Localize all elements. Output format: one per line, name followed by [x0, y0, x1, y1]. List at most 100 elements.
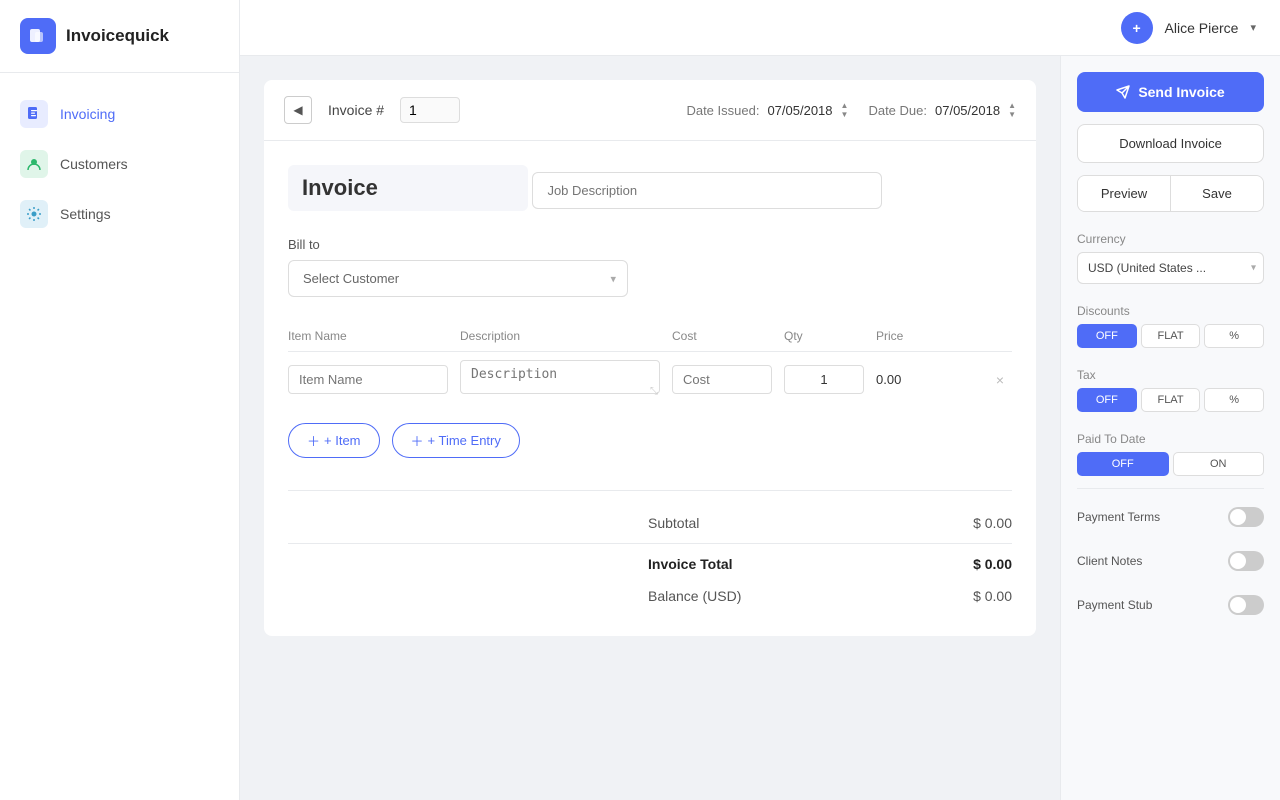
add-item-button[interactable]: ＋ + Item: [288, 423, 380, 458]
payment-terms-label: Payment Terms: [1077, 510, 1160, 524]
sidebar-item-customers[interactable]: Customers: [0, 139, 239, 189]
invoice-title-input[interactable]: [288, 165, 528, 211]
payment-terms-row: Payment Terms: [1077, 501, 1264, 533]
preview-button[interactable]: Preview: [1078, 176, 1171, 211]
currency-section: Currency USD (United States ... EUR (Eur…: [1077, 232, 1264, 284]
client-notes-toggle[interactable]: [1228, 551, 1264, 571]
panel-divider: [1077, 488, 1264, 489]
col-actions: [988, 329, 1012, 343]
paid-to-date-section: Paid To Date OFF ON: [1077, 432, 1264, 476]
date-due-label: Date Due:: [868, 103, 927, 118]
logo-area: Invoicequick: [0, 0, 239, 73]
tax-section: Tax OFF FLAT %: [1077, 368, 1264, 412]
invoice-number-label: Invoice #: [328, 102, 384, 118]
subtotal-value: $ 0.00: [932, 515, 1012, 531]
sidebar-item-settings-label: Settings: [60, 206, 111, 222]
payment-stub-label: Payment Stub: [1077, 598, 1152, 612]
invoicing-icon: [20, 100, 48, 128]
item-price: 0.00: [876, 366, 976, 393]
resize-handle-icon: ⤡: [650, 386, 658, 397]
save-button[interactable]: Save: [1171, 176, 1263, 211]
payment-stub-toggle[interactable]: [1228, 595, 1264, 615]
logo-icon: [20, 18, 56, 54]
item-desc-wrapper: ⤡: [460, 360, 660, 399]
invoice-form: ◀ Invoice # Date Issued: 07/05/2018 ▲ ▼ …: [240, 56, 1060, 800]
paid-to-date-on-button[interactable]: ON: [1173, 452, 1265, 476]
invoice-prev-button[interactable]: ◀: [284, 96, 312, 124]
item-qty-input[interactable]: [784, 365, 864, 394]
right-panel: Send Invoice Download Invoice Preview Sa…: [1060, 56, 1280, 800]
download-invoice-button[interactable]: Download Invoice: [1077, 124, 1264, 163]
discounts-flat-button[interactable]: FLAT: [1141, 324, 1201, 348]
customer-select[interactable]: Select Customer: [288, 260, 628, 297]
download-invoice-label: Download Invoice: [1119, 136, 1222, 151]
bill-to-section: Bill to Select Customer ▾: [288, 237, 1012, 297]
currency-select[interactable]: USD (United States ... EUR (Euro) GBP (B…: [1077, 252, 1264, 284]
sidebar-item-settings[interactable]: Settings: [0, 189, 239, 239]
main: + Alice Pierce ▾ ◀ Invoice # Date Issued…: [240, 0, 1280, 800]
date-section: Date Issued: 07/05/2018 ▲ ▼ Date Due: 07…: [686, 102, 1016, 119]
tax-label: Tax: [1077, 368, 1264, 382]
tax-percent-button[interactable]: %: [1204, 388, 1264, 412]
subtotal-row: Subtotal $ 0.00: [288, 507, 1012, 539]
invoice-total-value: $ 0.00: [932, 556, 1012, 572]
tax-flat-button[interactable]: FLAT: [1141, 388, 1201, 412]
add-time-icon: ＋: [411, 431, 424, 450]
item-delete-button[interactable]: ×: [988, 368, 1012, 392]
item-cost-input[interactable]: [672, 365, 772, 394]
content-area: ◀ Invoice # Date Issued: 07/05/2018 ▲ ▼ …: [240, 56, 1280, 800]
save-label: Save: [1202, 186, 1232, 201]
send-icon: [1116, 85, 1130, 99]
date-issued-arrows[interactable]: ▲ ▼: [841, 102, 849, 119]
invoice-header-bar: ◀ Invoice # Date Issued: 07/05/2018 ▲ ▼ …: [264, 80, 1036, 141]
send-invoice-button[interactable]: Send Invoice: [1077, 72, 1264, 112]
sidebar-item-invoicing-label: Invoicing: [60, 106, 115, 122]
payment-terms-toggle[interactable]: [1228, 507, 1264, 527]
item-name-input[interactable]: [288, 365, 448, 394]
totals-divider: [288, 543, 1012, 544]
preview-save-row: Preview Save: [1077, 175, 1264, 212]
discounts-section: Discounts OFF FLAT %: [1077, 304, 1264, 348]
date-due-group: Date Due: 07/05/2018 ▲ ▼: [868, 102, 1016, 119]
invoice-total-row: Invoice Total $ 0.00: [288, 548, 1012, 580]
sidebar-item-customers-label: Customers: [60, 156, 128, 172]
payment-stub-row: Payment Stub: [1077, 589, 1264, 621]
paid-to-date-off-button[interactable]: OFF: [1077, 452, 1169, 476]
date-due-value: 07/05/2018: [935, 103, 1000, 118]
discounts-label: Discounts: [1077, 304, 1264, 318]
discounts-off-button[interactable]: OFF: [1077, 324, 1137, 348]
currency-label: Currency: [1077, 232, 1264, 246]
item-description-input[interactable]: [460, 360, 660, 394]
settings-icon: [20, 200, 48, 228]
discounts-percent-button[interactable]: %: [1204, 324, 1264, 348]
add-time-label: + Time Entry: [428, 433, 501, 448]
date-due-arrows[interactable]: ▲ ▼: [1008, 102, 1016, 119]
customer-select-wrapper: Select Customer ▾: [288, 260, 628, 297]
add-item-icon: ＋: [307, 431, 320, 450]
sidebar-nav: Invoicing Customers Settings: [0, 73, 239, 255]
tax-off-button[interactable]: OFF: [1077, 388, 1137, 412]
discounts-toggle-group: OFF FLAT %: [1077, 324, 1264, 348]
client-notes-row: Client Notes: [1077, 545, 1264, 577]
bill-to-label: Bill to: [288, 237, 1012, 252]
preview-label: Preview: [1101, 186, 1147, 201]
topbar: + Alice Pierce ▾: [240, 0, 1280, 56]
invoice-number-input[interactable]: [400, 97, 460, 123]
balance-value: $ 0.00: [932, 588, 1012, 604]
logo-text: Invoicequick: [66, 26, 169, 46]
items-table: Item Name Description Cost Qty Price ⤡: [288, 321, 1012, 407]
items-header: Item Name Description Cost Qty Price: [288, 321, 1012, 352]
col-item-name: Item Name: [288, 329, 448, 343]
paid-to-date-label: Paid To Date: [1077, 432, 1264, 446]
job-description-input[interactable]: [532, 172, 882, 209]
add-time-entry-button[interactable]: ＋ + Time Entry: [392, 423, 520, 458]
add-item-label: + Item: [324, 433, 361, 448]
tax-toggle-group: OFF FLAT %: [1077, 388, 1264, 412]
avatar: +: [1121, 12, 1153, 44]
sidebar-item-invoicing[interactable]: Invoicing: [0, 89, 239, 139]
user-menu-chevron[interactable]: ▾: [1250, 21, 1256, 34]
col-cost: Cost: [672, 329, 772, 343]
date-issued-group: Date Issued: 07/05/2018 ▲ ▼: [686, 102, 848, 119]
add-buttons: ＋ + Item ＋ + Time Entry: [288, 423, 1012, 458]
balance-row: Balance (USD) $ 0.00: [288, 580, 1012, 612]
